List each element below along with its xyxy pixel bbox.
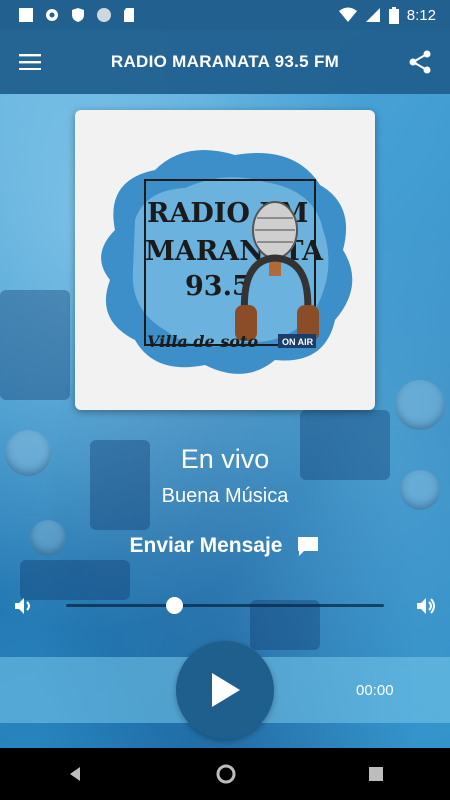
logo-line-3: 93.5 — [185, 271, 251, 302]
square-icon — [19, 8, 33, 22]
page-title: RADIO MARANATA 93.5 FM — [110, 52, 340, 71]
logo-line-2: MARANATA — [145, 236, 324, 267]
app-bar: RADIO MARANATA 93.5 FM — [0, 30, 450, 94]
volume-slider-thumb[interactable] — [166, 597, 184, 614]
on-air-badge: ON AIR — [282, 337, 314, 347]
recents-icon[interactable] — [369, 767, 384, 781]
chat-bubble-icon — [298, 537, 319, 556]
send-message-button[interactable]: Enviar Mensaje — [0, 534, 450, 558]
station-logo: RADIO FM MARANATA 93.5 Villa de soto ON … — [75, 110, 375, 410]
mixer-fader — [0, 290, 70, 400]
mixer-knob — [395, 380, 445, 430]
elapsed-time: 00:00 — [356, 682, 394, 699]
play-button[interactable] — [176, 641, 274, 739]
volume-track[interactable] — [66, 604, 384, 607]
status-bar: 8:12 — [0, 0, 450, 30]
menu-button[interactable] — [0, 30, 60, 94]
shield-icon — [72, 8, 84, 22]
send-message-label: Enviar Mensaje — [129, 534, 283, 557]
sd-card-icon — [124, 8, 134, 22]
volume-low-icon[interactable] — [12, 594, 36, 618]
gear-icon — [46, 9, 58, 21]
status-time: 8:12 — [406, 6, 436, 24]
share-button[interactable] — [390, 30, 450, 94]
hamburger-icon — [19, 54, 41, 70]
now-playing-subtitle: Buena Música — [161, 485, 289, 507]
volume-control — [0, 590, 450, 622]
home-icon[interactable] — [216, 764, 236, 784]
share-icon — [409, 50, 431, 74]
wifi-icon — [338, 7, 357, 22]
system-nav-bar — [0, 748, 450, 800]
battery-icon — [388, 6, 399, 24]
volume-high-icon[interactable] — [414, 594, 438, 618]
signal-icon — [365, 8, 380, 22]
back-icon[interactable] — [67, 766, 83, 782]
circle-icon — [97, 8, 111, 22]
now-playing-title: En vivo — [180, 444, 270, 474]
play-icon — [212, 673, 240, 707]
logo-line-4: Villa de soto — [147, 332, 258, 351]
